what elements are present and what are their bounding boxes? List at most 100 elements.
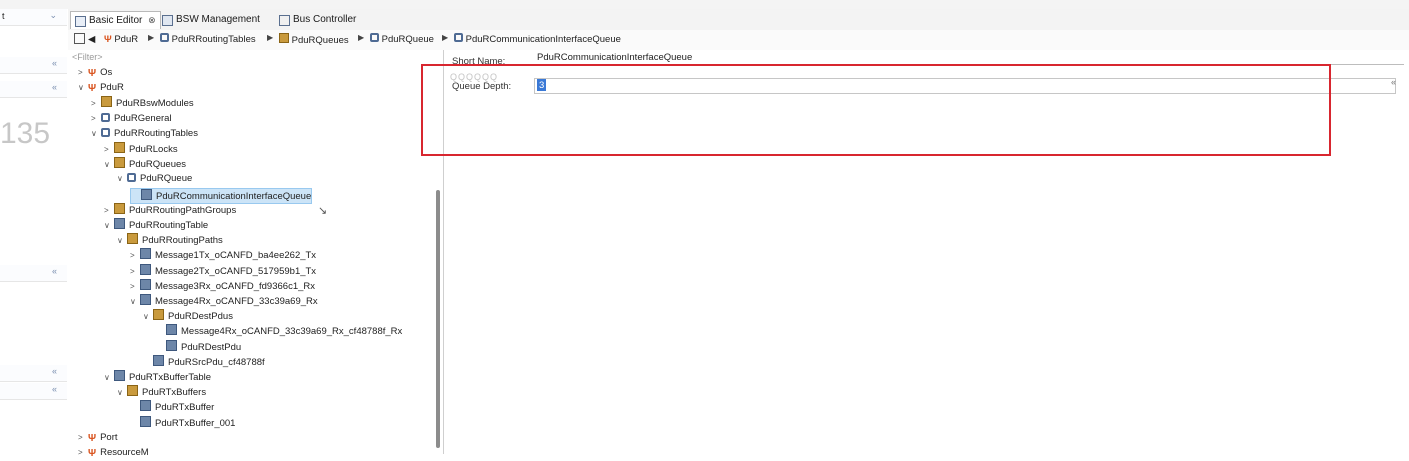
configuration-tree: <Filter> > Ψ Os ∨ Ψ PduR > PduRBswModules > PduRG…	[68, 50, 444, 459]
chevron-double-down-icon[interactable]: «	[52, 82, 57, 92]
tree-node-label: PduRGeneral	[114, 112, 172, 124]
tree-node[interactable]: > Message2Tx_oCANFD_517959b1_Tx	[130, 263, 317, 279]
tree-node[interactable]: ∨ PduRDestPdus	[143, 309, 233, 323]
expand-icon[interactable]: >	[78, 431, 88, 445]
editor-icon	[75, 16, 86, 27]
back-arrow-icon[interactable]: ◀	[88, 33, 95, 47]
collapse-icon[interactable]: ∨	[78, 81, 88, 95]
tree-scrollbar[interactable]	[436, 190, 440, 448]
tree-node[interactable]: PduRCommunicationInterfaceQueue	[130, 187, 313, 204]
breadcrumb-item-comm-interface-queue[interactable]: PduRCommunicationInterfaceQueue	[454, 33, 621, 47]
side-row[interactable]: «	[0, 57, 67, 74]
tree-node[interactable]: > PduRLocks	[104, 142, 178, 156]
collapse-icon[interactable]: ∨	[130, 295, 140, 309]
folder-icon	[114, 157, 125, 169]
tree-node[interactable]: ∨ PduRRoutingPaths	[117, 233, 223, 247]
tree-node[interactable]: Message4Rx_oCANFD_33c39a69_Rx_cf48788f_R…	[156, 324, 402, 338]
chevron-double-down-icon[interactable]: «	[52, 58, 57, 68]
breadcrumb-item-queues[interactable]: PduRQueues	[279, 33, 349, 47]
container-icon	[127, 173, 136, 183]
breadcrumb-item-routing-tables[interactable]: PduRRoutingTables	[160, 33, 256, 47]
left-side-panel: t ⌄ « « 135 « « «	[0, 9, 69, 454]
tree-node[interactable]: > Ψ Port	[78, 431, 118, 445]
tree-node[interactable]: > Ψ Os	[78, 66, 112, 80]
breadcrumb-item-queue[interactable]: PduRQueue	[370, 33, 434, 47]
expand-icon[interactable]: >	[130, 249, 140, 263]
container-icon	[160, 33, 169, 42]
field-marker-icon[interactable]: «	[1391, 77, 1396, 87]
tree-node[interactable]: ∨ PduRQueue	[117, 172, 192, 186]
expand-icon[interactable]: >	[78, 66, 88, 80]
side-row[interactable]: «	[0, 265, 67, 282]
collapse-icon[interactable]: ∨	[143, 310, 153, 324]
chevron-right-icon: ▶	[442, 33, 449, 42]
tree-node[interactable]: > PduRBswModules	[91, 96, 194, 110]
chevron-double-down-icon[interactable]: «	[52, 266, 57, 276]
tree-node[interactable]: > Ψ ResourceM	[78, 446, 149, 460]
folder-icon	[101, 96, 112, 108]
side-row[interactable]: t ⌄	[0, 9, 67, 26]
collapse-icon[interactable]: ∨	[104, 158, 114, 172]
tree-node[interactable]: PduRTxBuffer_001	[130, 415, 236, 430]
param-icon	[140, 400, 151, 412]
expand-icon[interactable]: >	[104, 143, 114, 157]
tree-node[interactable]: ∨ PduRRoutingTable	[104, 218, 208, 232]
tree-node-label: ResourceM	[100, 447, 149, 458]
expand-icon[interactable]: >	[130, 265, 140, 279]
short-name-field[interactable]: PduRCommunicationInterfaceQueue	[537, 52, 692, 63]
tree-node[interactable]: ∨ Ψ PduR	[78, 81, 124, 95]
container-icon	[370, 33, 379, 42]
breadcrumb-label: PduRQueue	[381, 34, 434, 45]
breadcrumb-item-pdur[interactable]: Ψ PduR	[104, 33, 138, 47]
breadcrumb-label: PduR	[114, 34, 139, 45]
folder-icon	[127, 385, 138, 397]
tree-node-label: PduRDestPdu	[181, 341, 242, 353]
tree-node-label: PduRTxBuffer_001	[155, 417, 236, 429]
tree-node[interactable]: > Message1Tx_oCANFD_ba4ee262_Tx	[130, 248, 316, 262]
expand-icon[interactable]: >	[91, 97, 101, 111]
expand-icon[interactable]: >	[91, 112, 101, 126]
tree-node[interactable]: ∨ PduRRoutingTables	[91, 127, 198, 141]
module-icon: Ψ	[88, 68, 97, 79]
side-row[interactable]: «	[0, 383, 67, 400]
tree-node-label: Os	[100, 67, 113, 78]
collapse-icon[interactable]: ∨	[117, 386, 127, 400]
collapse-tree-icon[interactable]	[74, 33, 85, 47]
expand-icon[interactable]: >	[104, 204, 114, 218]
expand-icon[interactable]: >	[78, 446, 88, 460]
collapse-icon[interactable]: ∨	[104, 219, 114, 233]
param-icon	[140, 415, 151, 427]
side-row[interactable]: «	[0, 365, 67, 382]
chevron-down-icon[interactable]: ⌄	[49, 10, 57, 21]
tree-node[interactable]: PduRSrcPdu_cf48788f	[143, 354, 265, 369]
chevron-double-down-icon[interactable]: «	[52, 366, 57, 376]
tree-node[interactable]: > PduRRoutingPathGroups	[104, 202, 236, 218]
tree-node[interactable]: PduRDestPdu	[156, 339, 242, 354]
tree-node[interactable]: PduRTxBuffer	[130, 400, 214, 414]
collapse-icon[interactable]: ∨	[117, 172, 127, 186]
tree-node-label: PduRTxBuffers	[142, 387, 207, 399]
tree-node[interactable]: ∨ PduRQueues	[104, 157, 186, 171]
tree-filter-input[interactable]: <Filter>	[72, 52, 103, 62]
param-icon	[166, 339, 177, 351]
collapse-icon[interactable]: ∨	[117, 234, 127, 248]
chevron-right-icon: ▶	[358, 33, 365, 42]
collapse-icon[interactable]: ∨	[104, 371, 114, 385]
param-icon	[140, 278, 151, 290]
tree-node[interactable]: ∨ PduRTxBuffers	[117, 385, 206, 399]
close-icon[interactable]: ⊗	[148, 15, 156, 25]
tree-node[interactable]: ∨ PduRTxBufferTable	[104, 370, 211, 384]
tree-node[interactable]: ∨ Message4Rx_oCANFD_33c39a69_Rx	[130, 294, 318, 308]
tree-node[interactable]: > Message3Rx_oCANFD_fd9366c1_Rx	[130, 278, 315, 294]
collapse-icon[interactable]: ∨	[91, 127, 101, 141]
chevron-double-down-icon[interactable]: «	[52, 384, 57, 394]
tree-node[interactable]: > PduRGeneral	[91, 112, 172, 126]
module-icon: Ψ	[88, 432, 97, 444]
expand-icon[interactable]: >	[130, 280, 140, 294]
tab-bus-controller[interactable]: Bus Controller	[275, 11, 360, 28]
side-row[interactable]: «	[0, 81, 67, 98]
tab-bsw-management[interactable]: BSW Management	[158, 11, 264, 28]
folder-icon	[153, 309, 164, 321]
tree-node-label: Message2Tx_oCANFD_517959b1_Tx	[155, 265, 317, 277]
tab-basic-editor[interactable]: Basic Editor ⊗	[70, 11, 161, 29]
